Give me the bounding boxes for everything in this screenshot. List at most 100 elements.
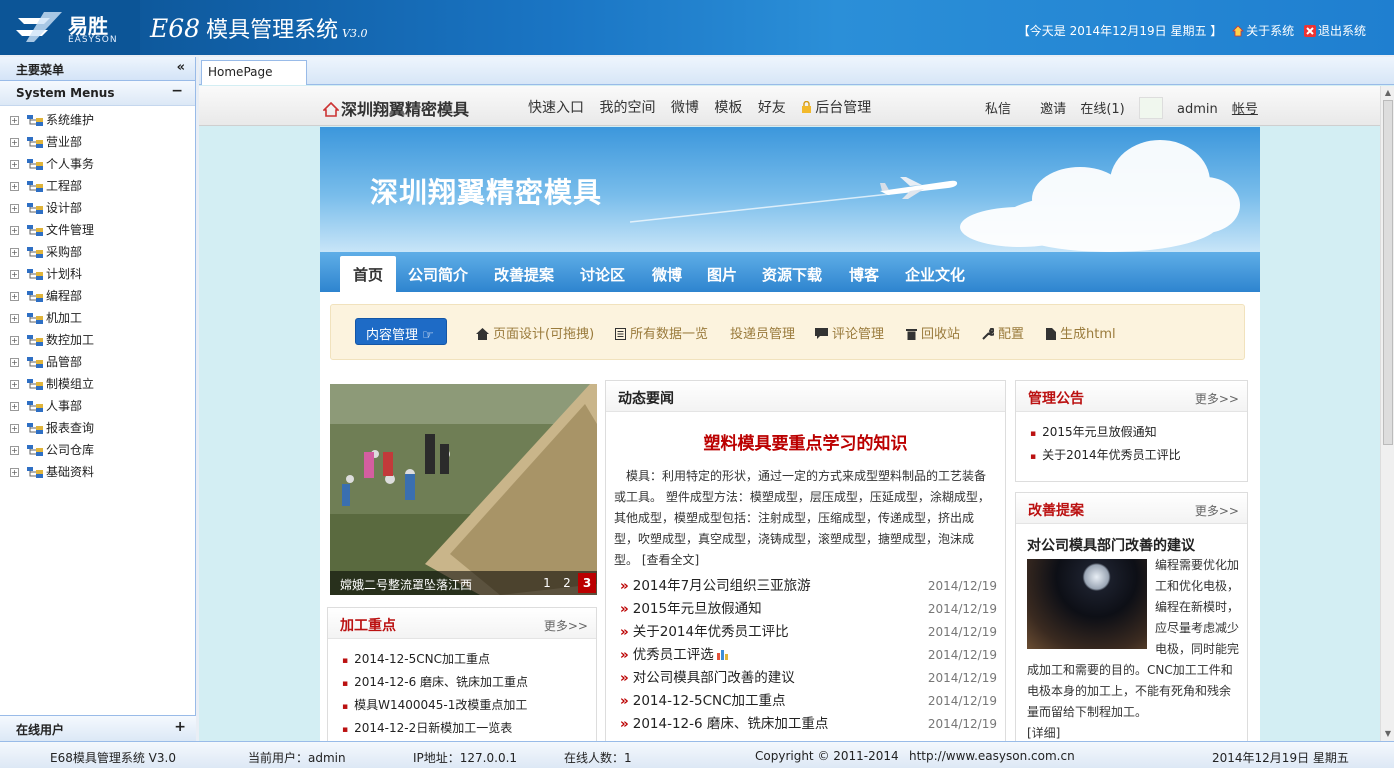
list-item[interactable]: 模具W1400045-1改模重点加工 [342, 695, 596, 718]
slide-page-1[interactable]: 1 [538, 573, 556, 593]
recycle-bin-link[interactable]: 回收站 [906, 323, 960, 342]
site-menu-item[interactable]: 资源下载 [762, 264, 822, 285]
sidebar-item[interactable]: + 公司仓库 [10, 439, 195, 461]
site-menu-item[interactable]: 首页 [340, 256, 397, 292]
site-menu-item[interactable]: 公司简介 [408, 264, 468, 285]
expand-icon[interactable]: + [10, 270, 19, 279]
sidebar-item[interactable]: + 采购部 [10, 241, 195, 263]
expand-icon[interactable]: + [10, 314, 19, 323]
sidebar-item[interactable]: + 数控加工 [10, 329, 195, 351]
site-menu-item[interactable]: 微博 [652, 264, 682, 285]
site-brand[interactable]: 深圳翔翼精密模具 [322, 96, 469, 120]
site-menu-item[interactable]: 改善提案 [494, 264, 554, 285]
nav-my-space[interactable]: 我的空间 [599, 100, 655, 116]
news-list-item[interactable]: 2014-12-6 磨床、铣床加工重点 2014/12/19 [620, 713, 997, 736]
site-menu-item[interactable]: 博客 [849, 264, 879, 285]
news-list-item[interactable]: 优秀员工评选 2014/12/19 [620, 644, 997, 667]
status-url[interactable]: http://www.easyson.com.cn [909, 749, 1075, 763]
scroll-up-icon[interactable]: ▲ [1383, 88, 1393, 98]
proposal-headline[interactable]: 对公司模具部门改善的建议 [1016, 524, 1247, 555]
expand-icon[interactable]: + [10, 160, 19, 169]
list-item[interactable]: 2015年元旦放假通知 [1030, 422, 1247, 445]
config-link[interactable]: 配置 [982, 323, 1024, 342]
image-slider[interactable]: 嫦娥二号整流罩坠落江西 1 2 3 [330, 384, 597, 595]
news-list-item[interactable]: 2015年元旦放假通知 2014/12/19 [620, 598, 997, 621]
list-item[interactable]: 2014-12-5CNC加工重点 [342, 649, 596, 672]
expand-icon[interactable]: + [10, 358, 19, 367]
nav-messages[interactable]: 私信 [985, 102, 1011, 117]
nav-invite[interactable]: 邀请 [1040, 102, 1066, 117]
expand-icon[interactable]: + [10, 468, 19, 477]
sidebar-item[interactable]: + 编程部 [10, 285, 195, 307]
list-item[interactable]: 关于2014年优秀员工评比 [1030, 445, 1247, 468]
site-menu-item[interactable]: 企业文化 [905, 264, 965, 285]
news-list-item[interactable]: 2014-12-5CNC加工重点 2014/12/19 [620, 690, 997, 713]
sidebar-item[interactable]: + 机加工 [10, 307, 195, 329]
expand-icon[interactable]: + [10, 248, 19, 257]
expand-icon[interactable]: + [10, 138, 19, 147]
nav-admin[interactable]: 后台管理 [801, 100, 871, 116]
account-menu[interactable]: 帐号 [1232, 102, 1258, 117]
news-list-item[interactable]: 对公司模具部门改善的建议 2014/12/19 [620, 667, 997, 690]
sidebar-item[interactable]: + 人事部 [10, 395, 195, 417]
sidebar-item[interactable]: + 制模组立 [10, 373, 195, 395]
exit-link[interactable]: 退出系统 [1303, 24, 1366, 38]
expand-icon[interactable]: + [10, 402, 19, 411]
expand-icon[interactable]: + [10, 292, 19, 301]
scroll-thumb[interactable] [1383, 100, 1393, 445]
list-item[interactable]: 2014-12-6 磨床、铣床加工重点 [342, 672, 596, 695]
expand-icon[interactable]: + [10, 424, 19, 433]
expand-icon[interactable]: + [10, 116, 19, 125]
nav-friends[interactable]: 好友 [758, 100, 786, 116]
slide-page-2[interactable]: 2 [558, 573, 576, 593]
sidebar-item[interactable]: + 报表查询 [10, 417, 195, 439]
site-menu-item[interactable]: 图片 [707, 264, 737, 285]
expand-icon[interactable]: + [10, 182, 19, 191]
page-design-link[interactable]: 页面设计(可拖拽) [476, 323, 594, 342]
expand-icon[interactable]: + [10, 204, 19, 213]
nav-template[interactable]: 模板 [714, 100, 742, 116]
avatar[interactable] [1138, 97, 1163, 119]
tab-homepage[interactable]: HomePage [201, 60, 307, 85]
online-users-panel[interactable]: 在线用户 + [0, 715, 196, 741]
expand-icon[interactable]: + [10, 336, 19, 345]
proposal-more-link[interactable]: 更多>> [1195, 502, 1239, 519]
generate-html-link[interactable]: 生成html [1046, 323, 1116, 342]
notice-more-link[interactable]: 更多>> [1195, 390, 1239, 407]
sidebar-item[interactable]: + 营业部 [10, 131, 195, 153]
expand-button[interactable]: + [174, 719, 186, 735]
vertical-scrollbar[interactable]: ▲ ▼ [1380, 86, 1394, 741]
sidebar-item[interactable]: + 计划科 [10, 263, 195, 285]
sidebar-item[interactable]: + 工程部 [10, 175, 195, 197]
nav-online[interactable]: 在线(1) [1080, 102, 1124, 117]
slide-page-3[interactable]: 3 [578, 573, 596, 593]
sidebar-item[interactable]: + 设计部 [10, 197, 195, 219]
expand-icon[interactable]: + [10, 446, 19, 455]
site-menu-item[interactable]: 讨论区 [580, 264, 625, 285]
sidebar-item[interactable]: + 文件管理 [10, 219, 195, 241]
collapse-sidebar-button[interactable]: « [177, 60, 185, 75]
scroll-down-icon[interactable]: ▼ [1383, 729, 1393, 739]
sidebar-item[interactable]: + 系统维护 [10, 109, 195, 131]
about-link[interactable]: 关于系统 [1232, 24, 1294, 38]
system-menus-header[interactable]: System Menus − [0, 81, 195, 106]
news-list-item[interactable]: 2014年7月公司组织三亚旅游 2014/12/19 [620, 575, 997, 598]
expand-icon[interactable]: + [10, 226, 19, 235]
proposal-detail-link[interactable]: [详细] [1027, 726, 1060, 740]
list-item[interactable]: 2014-12-2日新模加工一览表 [342, 718, 596, 741]
sidebar-item[interactable]: + 基础资料 [10, 461, 195, 483]
expand-icon[interactable]: + [10, 380, 19, 389]
sidebar-item[interactable]: + 品管部 [10, 351, 195, 373]
sidebar-item[interactable]: + 个人事务 [10, 153, 195, 175]
username[interactable]: admin [1177, 102, 1218, 117]
all-data-link[interactable]: 所有数据一览 [615, 323, 708, 342]
nav-quick-entry[interactable]: 快速入口 [528, 100, 584, 116]
comment-manage-link[interactable]: 评论管理 [815, 323, 884, 342]
courier-manage-link[interactable]: 投递员管理 [730, 323, 795, 342]
content-manage-button[interactable]: 内容管理 ☞ [355, 318, 447, 345]
collapse-section-button[interactable]: − [171, 83, 183, 99]
news-headline[interactable]: 塑料模具要重点学习的知识 [606, 429, 1005, 454]
nav-weibo[interactable]: 微博 [671, 100, 699, 116]
news-list-item[interactable]: 关于2014年优秀员工评比 2014/12/19 [620, 621, 997, 644]
processing-more-link[interactable]: 更多>> [544, 617, 588, 634]
